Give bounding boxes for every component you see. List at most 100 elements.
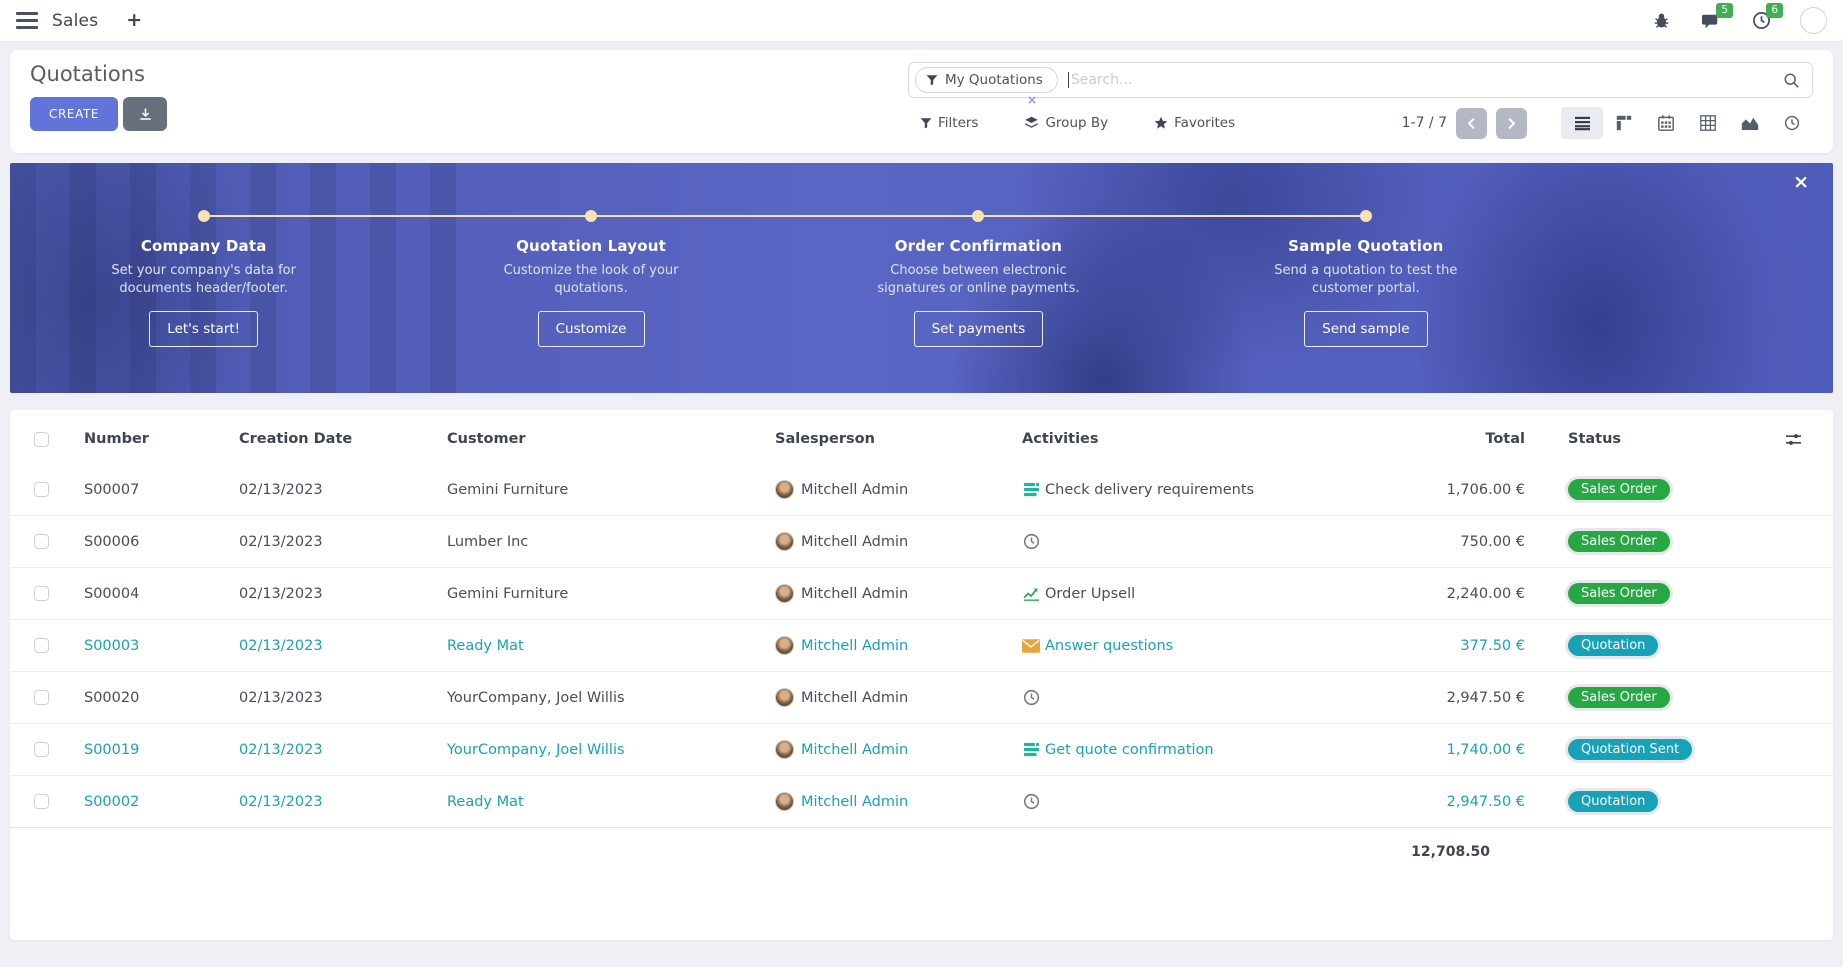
onboarding-step-button[interactable]: Set payments bbox=[914, 311, 1044, 347]
row-checkbox[interactable] bbox=[34, 690, 49, 705]
table-row[interactable]: S00003 02/13/2023 Ready Mat Mitchell Adm… bbox=[10, 620, 1833, 672]
cell-total[interactable]: 1,706.00 € bbox=[1295, 464, 1535, 516]
banner-close-icon[interactable]: × bbox=[1793, 173, 1809, 192]
cell-customer[interactable]: Ready Mat bbox=[437, 620, 765, 672]
onboarding-step-button[interactable]: Customize bbox=[538, 311, 645, 347]
cell-total[interactable]: 2,240.00 € bbox=[1295, 568, 1535, 620]
status-badge: Sales Order bbox=[1568, 687, 1670, 708]
cell-customer[interactable]: Gemini Furniture bbox=[437, 568, 765, 620]
cell-number[interactable]: S00006 bbox=[74, 516, 229, 568]
column-header-total[interactable]: Total bbox=[1295, 410, 1535, 464]
cell-salesperson[interactable]: Mitchell Admin bbox=[801, 534, 908, 550]
cell-creation-date[interactable]: 02/13/2023 bbox=[229, 516, 437, 568]
table-row[interactable]: S00006 02/13/2023 Lumber Inc Mitchell Ad… bbox=[10, 516, 1833, 568]
salesperson-avatar bbox=[775, 792, 794, 811]
activity-view-button[interactable] bbox=[1771, 107, 1813, 139]
cell-number[interactable]: S00003 bbox=[74, 620, 229, 672]
list-view-button[interactable] bbox=[1561, 107, 1603, 139]
cell-customer[interactable]: YourCompany, Joel Willis bbox=[437, 672, 765, 724]
cell-salesperson[interactable]: Mitchell Admin bbox=[801, 794, 908, 810]
table-row[interactable]: S00020 02/13/2023 YourCompany, Joel Will… bbox=[10, 672, 1833, 724]
graph-view-button[interactable] bbox=[1729, 107, 1771, 139]
cell-creation-date[interactable]: 02/13/2023 bbox=[229, 776, 437, 828]
cell-customer[interactable]: Lumber Inc bbox=[437, 516, 765, 568]
cell-activity[interactable]: Order Upsell bbox=[1022, 585, 1285, 603]
cell-activity[interactable]: Answer questions bbox=[1022, 637, 1285, 655]
cell-number[interactable]: S00007 bbox=[74, 464, 229, 516]
cell-number[interactable]: S00019 bbox=[74, 724, 229, 776]
cell-total[interactable]: 377.50 € bbox=[1295, 620, 1535, 672]
cell-number[interactable]: S00020 bbox=[74, 672, 229, 724]
cell-total[interactable]: 2,947.50 € bbox=[1295, 776, 1535, 828]
debug-bug-icon[interactable] bbox=[1650, 10, 1672, 32]
pager-next-button[interactable] bbox=[1496, 108, 1527, 139]
cell-creation-date[interactable]: 02/13/2023 bbox=[229, 620, 437, 672]
cell-creation-date[interactable]: 02/13/2023 bbox=[229, 724, 437, 776]
row-checkbox[interactable] bbox=[34, 794, 49, 809]
cell-customer[interactable]: Gemini Furniture bbox=[437, 464, 765, 516]
search-input[interactable]: My Quotations Search... × bbox=[908, 62, 1813, 98]
cell-total[interactable]: 2,947.50 € bbox=[1295, 672, 1535, 724]
cell-creation-date[interactable]: 02/13/2023 bbox=[229, 568, 437, 620]
onboarding-step-button[interactable]: Let's start! bbox=[149, 311, 258, 347]
table-row[interactable]: S00007 02/13/2023 Gemini Furniture Mitch… bbox=[10, 464, 1833, 516]
cell-creation-date[interactable]: 02/13/2023 bbox=[229, 672, 437, 724]
facet-remove-icon[interactable]: × bbox=[1027, 93, 1037, 107]
cell-salesperson[interactable]: Mitchell Admin bbox=[801, 690, 908, 706]
cell-creation-date[interactable]: 02/13/2023 bbox=[229, 464, 437, 516]
table-row[interactable]: S00004 02/13/2023 Gemini Furniture Mitch… bbox=[10, 568, 1833, 620]
cell-total[interactable]: 750.00 € bbox=[1295, 516, 1535, 568]
onboarding-step-button[interactable]: Send sample bbox=[1304, 311, 1427, 347]
cell-activity[interactable] bbox=[1022, 689, 1285, 707]
onboarding-step: Order Confirmation Choose between electr… bbox=[785, 163, 1172, 393]
table-row[interactable]: S00019 02/13/2023 YourCompany, Joel Will… bbox=[10, 724, 1833, 776]
pivot-view-button[interactable] bbox=[1687, 107, 1729, 139]
cell-salesperson[interactable]: Mitchell Admin bbox=[801, 638, 908, 654]
cell-activity[interactable] bbox=[1022, 533, 1285, 551]
favorites-button[interactable]: Favorites bbox=[1154, 115, 1235, 131]
search-facet-my-quotations[interactable]: My Quotations bbox=[915, 67, 1058, 93]
column-header-salesperson[interactable]: Salesperson bbox=[765, 410, 1012, 464]
onboarding-step-description: Choose between electronic signatures or … bbox=[861, 262, 1096, 298]
cell-activity[interactable] bbox=[1022, 793, 1285, 811]
column-header-activities[interactable]: Activities bbox=[1012, 410, 1295, 464]
calendar-view-button[interactable] bbox=[1645, 107, 1687, 139]
user-avatar[interactable] bbox=[1800, 7, 1827, 34]
cell-total[interactable]: 1,740.00 € bbox=[1295, 724, 1535, 776]
messages-icon[interactable]: 5 bbox=[1700, 10, 1722, 32]
cell-customer[interactable]: YourCompany, Joel Willis bbox=[437, 724, 765, 776]
cell-salesperson[interactable]: Mitchell Admin bbox=[801, 586, 908, 602]
favorites-label: Favorites bbox=[1174, 115, 1235, 131]
cell-activity[interactable]: Get quote confirmation bbox=[1022, 741, 1285, 759]
column-header-creation-date[interactable]: Creation Date bbox=[229, 410, 437, 464]
row-checkbox[interactable] bbox=[34, 638, 49, 653]
pager-previous-button[interactable] bbox=[1456, 108, 1487, 139]
filters-button[interactable]: Filters bbox=[920, 115, 978, 131]
row-checkbox[interactable] bbox=[34, 534, 49, 549]
current-app-name[interactable]: Sales bbox=[52, 11, 98, 31]
new-tab-icon[interactable]: + bbox=[126, 11, 142, 30]
cell-number[interactable]: S00002 bbox=[74, 776, 229, 828]
column-options-icon[interactable] bbox=[1785, 432, 1823, 447]
activities-clock-icon[interactable]: 6 bbox=[1750, 10, 1772, 32]
cell-salesperson[interactable]: Mitchell Admin bbox=[801, 482, 908, 498]
column-header-status[interactable]: Status bbox=[1535, 410, 1775, 464]
row-checkbox[interactable] bbox=[34, 586, 49, 601]
salesperson-avatar bbox=[775, 740, 794, 759]
kanban-view-button[interactable] bbox=[1603, 107, 1645, 139]
cell-activity[interactable]: Check delivery requirements bbox=[1022, 481, 1285, 499]
apps-menu-icon[interactable] bbox=[16, 12, 38, 29]
column-header-number[interactable]: Number bbox=[74, 410, 229, 464]
cell-customer[interactable]: Ready Mat bbox=[437, 776, 765, 828]
cell-salesperson[interactable]: Mitchell Admin bbox=[801, 742, 908, 758]
group-by-button[interactable]: Group By bbox=[1024, 115, 1108, 131]
row-checkbox[interactable] bbox=[34, 742, 49, 757]
select-all-checkbox[interactable] bbox=[34, 432, 49, 447]
create-button[interactable]: CREATE bbox=[30, 97, 118, 131]
search-icon[interactable] bbox=[1783, 72, 1800, 89]
row-checkbox[interactable] bbox=[34, 482, 49, 497]
table-row[interactable]: S00002 02/13/2023 Ready Mat Mitchell Adm… bbox=[10, 776, 1833, 828]
export-download-button[interactable] bbox=[123, 97, 167, 131]
cell-number[interactable]: S00004 bbox=[74, 568, 229, 620]
column-header-customer[interactable]: Customer bbox=[437, 410, 765, 464]
